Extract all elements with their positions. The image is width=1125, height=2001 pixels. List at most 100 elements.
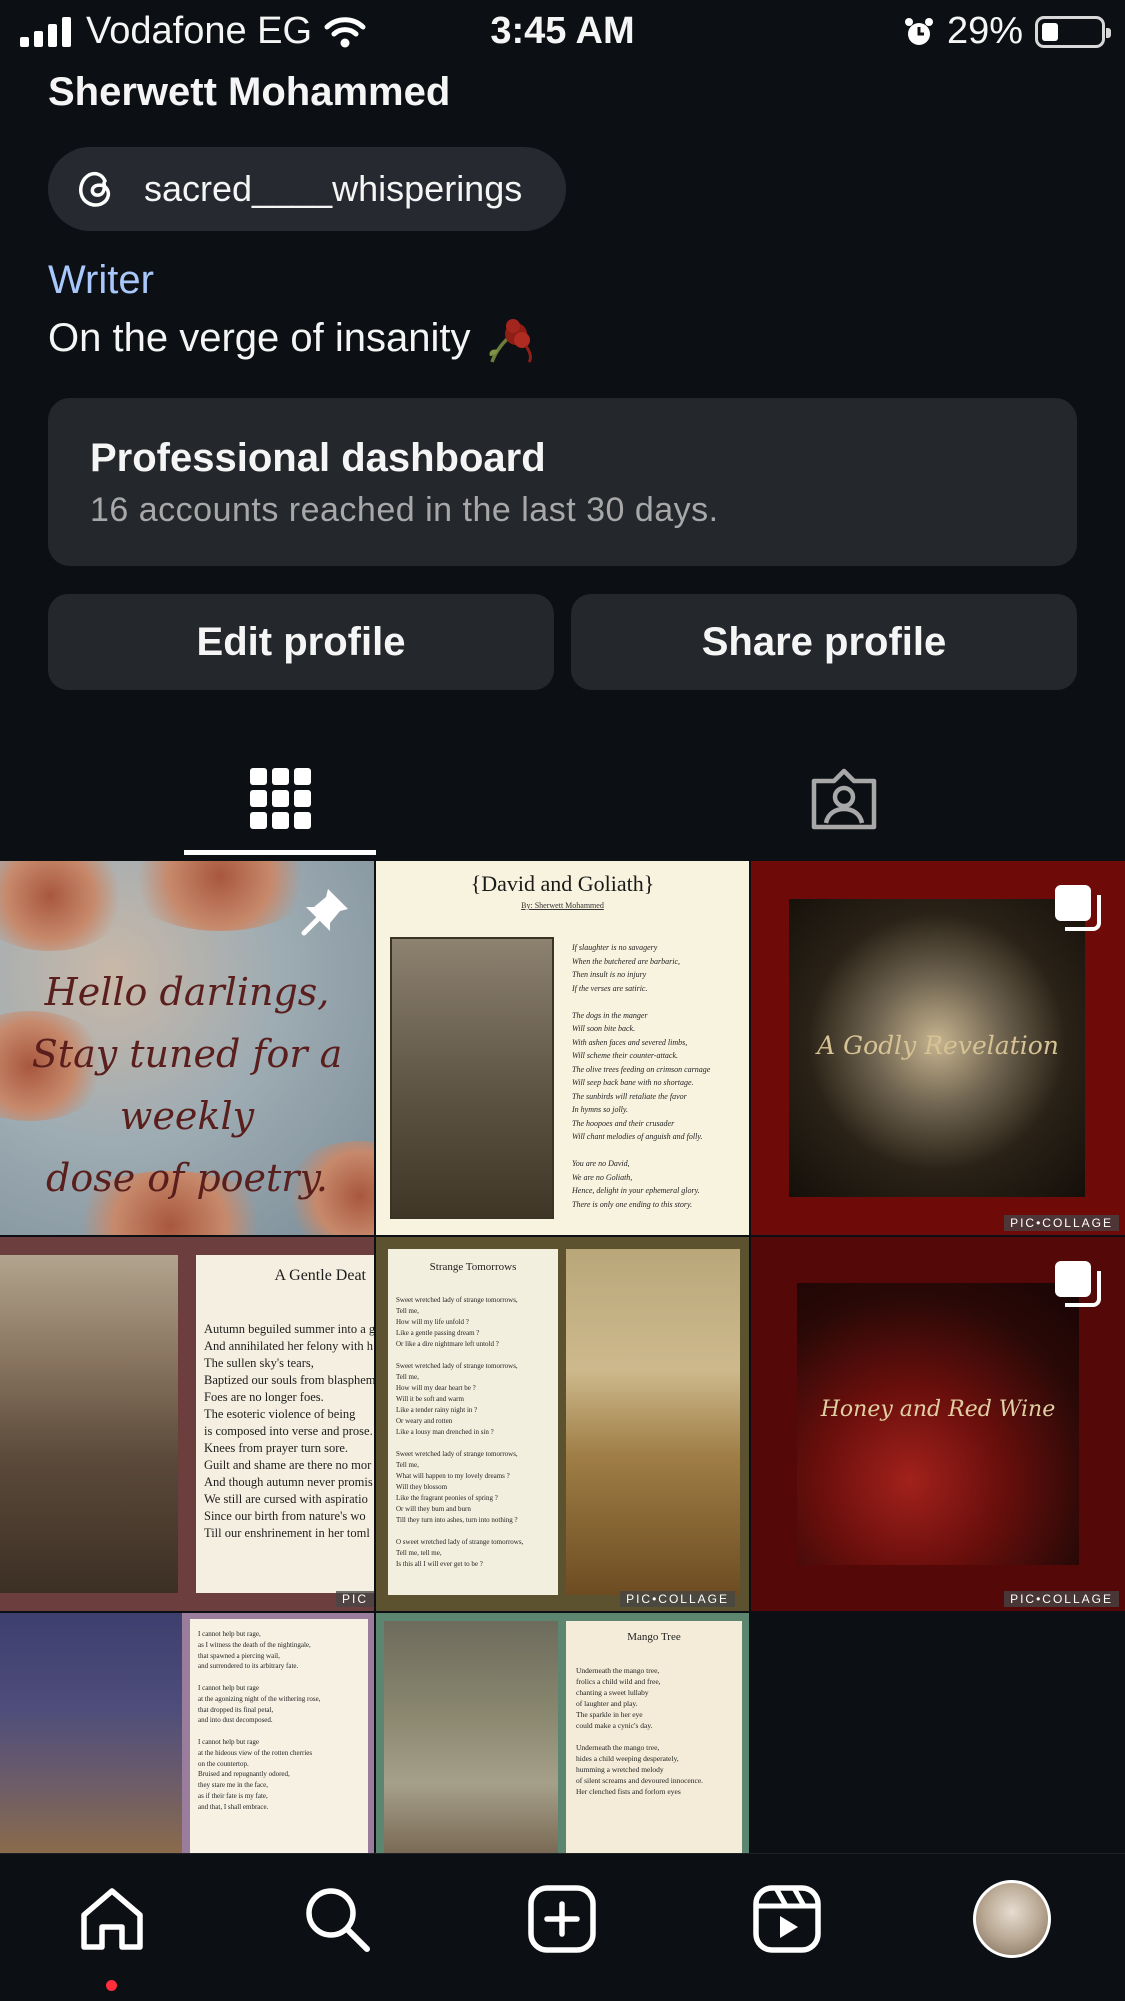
post-title: {David and Goliath} [470, 871, 655, 896]
poem-line [396, 1438, 550, 1449]
post-tile[interactable]: I cannot help but rage, as I witness the … [0, 1613, 374, 1853]
poem-line: The esoteric violence of being [204, 1407, 356, 1421]
poem-line [396, 1350, 550, 1361]
edit-profile-button[interactable]: Edit profile [48, 594, 554, 690]
post-tile[interactable]: Honey and Red Wine PIC•COLLAGE [751, 1237, 1125, 1611]
post-title: Strange Tomorrows [429, 1261, 517, 1273]
post-title: Mango Tree [627, 1631, 681, 1643]
bottom-navigation [0, 1853, 1125, 2001]
poem-line: Underneath the mango tree, [576, 1743, 660, 1752]
poem-line: Like a tender rainy night in ? [396, 1406, 478, 1414]
poem-line: frolics a child wild and free, [576, 1677, 661, 1686]
poem-line: of silent screams and devoured innocence… [576, 1776, 704, 1785]
profile-category-link[interactable]: Writer [48, 258, 154, 303]
post-text-line: Hello darlings, [44, 970, 330, 1014]
poem-line: How will my dear heart be ? [396, 1384, 476, 1392]
poem-line: Or will they burn and burn [396, 1505, 471, 1513]
nav-reels[interactable] [742, 1874, 832, 1964]
profile-avatar [973, 1880, 1051, 1958]
battery-percent: 29% [946, 10, 1023, 52]
poem-line: that spawned a piercing wail, [198, 1651, 280, 1660]
poem-line: of laughter and play. [576, 1699, 638, 1708]
profile-name: Sherwett Mohammed [48, 70, 451, 114]
nav-home[interactable] [67, 1874, 157, 1964]
poem-line: Sweet wretched lady of strange tomorrows… [396, 1450, 518, 1458]
tab-tagged[interactable] [563, 740, 1125, 858]
poem-line: and surrendered to its arbitrary fate. [198, 1662, 299, 1671]
threads-handle: sacred____whisperings [144, 168, 523, 209]
poem-line: that dropped its final petal, [198, 1705, 274, 1714]
poem-page: Mango Tree Underneath the mango tree, fro… [566, 1621, 742, 1853]
profile-bio: On the verge of insanity [48, 312, 540, 364]
post-tile[interactable]: Strange Tomorrows Sweet wretched lady of… [376, 1237, 749, 1611]
poem-line: on the countertop. [198, 1759, 249, 1768]
poem-line: chanting a sweet lullaby [576, 1688, 649, 1697]
poem-line [198, 1726, 360, 1737]
poem-line: Like a lousy man drenched in sin ? [396, 1428, 494, 1436]
nav-search[interactable] [292, 1874, 382, 1964]
poem-line: as I witness the death of the nightingal… [198, 1640, 311, 1649]
post-tile[interactable]: A Godly Revelation PIC•COLLAGE [751, 861, 1125, 1235]
poem-line: And though autumn never promis [204, 1475, 373, 1489]
floral-decoration [120, 861, 320, 931]
poem-line: Till our enshrinement in her toml [204, 1526, 370, 1540]
poem-line [198, 1672, 360, 1683]
poem-line: and into dust decomposed. [198, 1716, 273, 1725]
poem-page: Strange Tomorrows Sweet wretched lady of… [388, 1249, 558, 1595]
poem-line: Since our birth from nature's wo [204, 1509, 366, 1523]
post-tile[interactable]: Hello darlings, Stay tuned for a weekly … [0, 861, 374, 1235]
share-profile-button[interactable]: Share profile [571, 594, 1077, 690]
poem-line: The sparkle in her eye [576, 1710, 643, 1719]
nav-profile[interactable] [967, 1874, 1057, 1964]
poem-line: as if their fate is my fate, [198, 1791, 268, 1800]
post-title: A Godly Revelation [817, 1031, 1059, 1060]
golden-face-image [566, 1249, 740, 1595]
poem-line: humming a wretched melody [576, 1765, 664, 1774]
poem-line: Sweet wretched lady of strange tomorrows… [396, 1296, 518, 1304]
poem-line: Like the fragrant peonies of spring ? [396, 1494, 498, 1502]
profile-content-tabs [0, 740, 1125, 858]
poem-line: Will it be soft and warm [396, 1395, 464, 1403]
poem-line: How will my life unfold ? [396, 1318, 469, 1326]
post-tile[interactable]: {David and Goliath} By: Sherwett Mohamme… [376, 861, 749, 1235]
post-title: Honey and Red Wine [820, 1397, 1056, 1422]
poem-line: they stare me in the face, [198, 1781, 268, 1790]
poem-line: at the agonizing night of the withering … [198, 1694, 321, 1703]
poem-line: The sullen sky's tears, [204, 1356, 314, 1370]
floral-decoration [0, 861, 130, 951]
engraving-image [390, 937, 554, 1219]
create-post-icon [528, 1885, 596, 1953]
poem-line: We still are cursed with aspiratio [204, 1492, 368, 1506]
poem-page: I cannot help but rage, as I witness the … [190, 1619, 368, 1853]
poem-line: Sweet wretched lady of strange tomorrows… [396, 1362, 518, 1370]
battery-icon [1035, 15, 1111, 48]
professional-dashboard-card[interactable]: Professional dashboard 16 accounts reach… [48, 398, 1077, 566]
poem-line: Tell me, tell me, [396, 1549, 442, 1557]
poem-line [576, 1731, 732, 1742]
watermark: PIC•COLLAGE [620, 1591, 735, 1607]
post-text-line: Stay tuned for a weekly [31, 1032, 343, 1138]
poem-line: Or weary and rotten [396, 1417, 453, 1425]
poem-line: Autumn beguiled summer into a g [204, 1322, 374, 1336]
poem-line: Baptized our souls from blasphem [204, 1373, 374, 1387]
poem-page: A Gentle Deat Autumn beguiled summer int… [196, 1255, 374, 1593]
watermark: PIC•COLLAGE [1004, 1591, 1119, 1607]
post-byline: By: Sherwett Mohammed [521, 901, 604, 910]
poem-line: Till they turn into ashes, turn into not… [396, 1516, 518, 1524]
tab-posts-grid[interactable] [0, 740, 562, 858]
post-tile[interactable]: Mango Tree Underneath the mango tree, fro… [376, 1613, 749, 1853]
poem-line: Guilt and shame are there no mor [204, 1458, 372, 1472]
grid-icon [250, 768, 311, 829]
poem-line: is composed into verse and prose. [204, 1424, 373, 1438]
post-tile[interactable]: A Gentle Deat Autumn beguiled summer int… [0, 1237, 374, 1611]
wilted-rose-icon [489, 319, 533, 363]
poem-line: Bruised and repugnantly odored, [198, 1770, 290, 1779]
threads-link-chip[interactable]: sacred____whisperings [48, 147, 566, 231]
dashboard-title: Professional dashboard [90, 436, 546, 480]
poem-line: at the hideous view of the rotten cherri… [198, 1748, 313, 1757]
nav-create[interactable] [517, 1874, 607, 1964]
poem-line: I cannot help but rage [198, 1683, 260, 1692]
forest-image [384, 1621, 558, 1853]
poem-line: And annihilated her felony with h [204, 1339, 374, 1353]
posts-grid: Hello darlings, Stay tuned for a weekly … [0, 861, 1125, 1853]
